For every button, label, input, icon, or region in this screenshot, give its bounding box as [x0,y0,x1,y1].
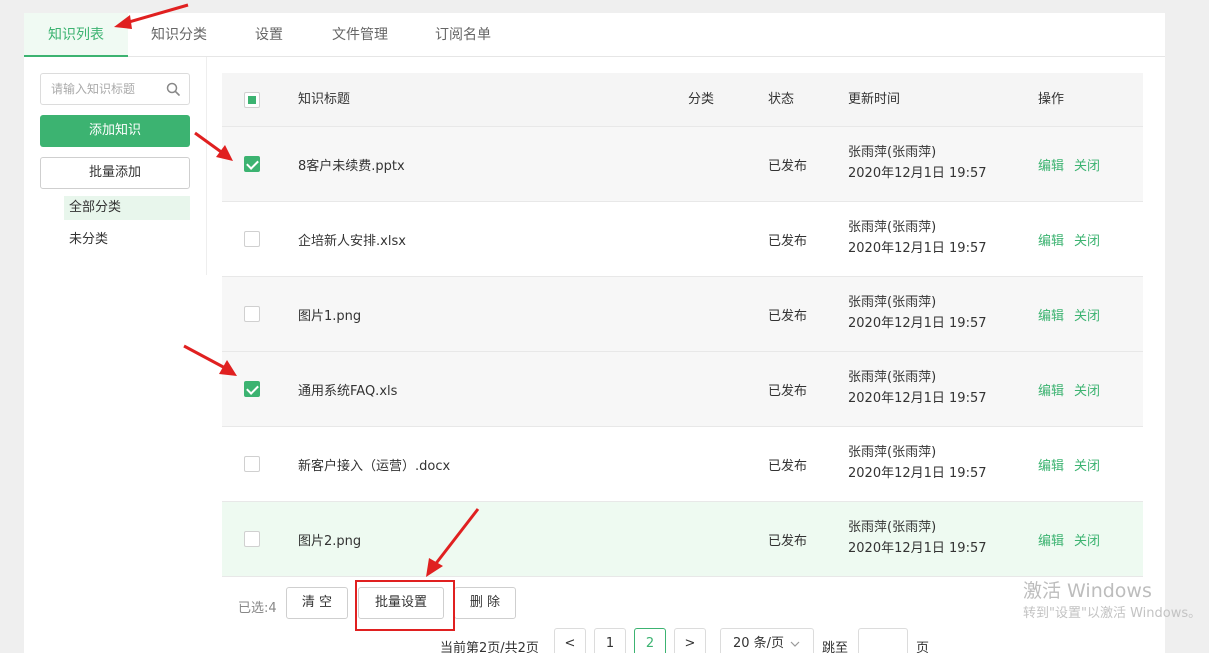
search-box [40,73,190,105]
edit-link[interactable]: 编辑 [1038,155,1064,174]
close-link[interactable]: 关闭 [1074,530,1100,549]
row-status: 已发布 [768,459,808,474]
category-all[interactable]: 全部分类 [64,196,190,220]
table-row[interactable]: 企培新人安排.xlsx 已发布 张雨萍(张雨萍) 2020年12月1日 19:5… [222,202,1143,277]
row-title: 企培新人安排.xlsx [298,234,406,249]
annotation-arrow-row1 [194,131,233,161]
prev-page-button[interactable]: < [554,628,586,653]
jump-label: 跳至 [822,641,849,653]
pagination: 当前第2页/共2页 < 1 2 > 20 条/页 跳至 页 [24,627,1165,653]
row-checkbox[interactable] [244,381,260,397]
close-link[interactable]: 关闭 [1074,380,1100,399]
row-title: 8客户未续费.pptx [298,159,405,174]
table-header: 知识标题 分类 状态 更新时间 操作 [222,73,1143,127]
header-updated: 更新时间 [848,92,901,107]
watermark-subtitle: 转到"设置"以激活 Windows。 [1023,606,1202,621]
annotation-highlight-box [355,580,455,631]
header-category: 分类 [688,92,715,107]
page-summary: 当前第2页/共2页 [440,641,539,653]
row-author: 张雨萍(张雨萍) [848,370,937,385]
edit-link[interactable]: 编辑 [1038,230,1064,249]
row-author: 张雨萍(张雨萍) [848,145,937,160]
tab-bar: 知识列表 知识分类 设置 文件管理 订阅名单 [24,13,1165,57]
annotation-arrow-row4 [183,344,237,376]
selected-count: 已选:4 [238,601,277,616]
row-time: 2020年12月1日 19:57 [848,466,987,481]
edit-link[interactable]: 编辑 [1038,380,1064,399]
row-checkbox[interactable] [244,231,260,247]
table-row[interactable]: 图片2.png 已发布 张雨萍(张雨萍) 2020年12月1日 19:57 编辑… [222,502,1143,577]
table-row[interactable]: 图片1.png 已发布 张雨萍(张雨萍) 2020年12月1日 19:57 编辑… [222,277,1143,352]
row-status: 已发布 [768,309,808,324]
add-knowledge-button[interactable]: 添加知识 [40,115,190,147]
row-title: 图片2.png [298,534,362,549]
row-status: 已发布 [768,159,808,174]
sidebar-divider [206,57,207,275]
page-button-current[interactable]: 2 [634,628,666,653]
row-time: 2020年12月1日 19:57 [848,391,987,406]
header-status: 状态 [768,92,795,107]
row-title: 新客户接入（运营）.docx [298,459,451,474]
row-time: 2020年12月1日 19:57 [848,241,987,256]
tab-subscription-list[interactable]: 订阅名单 [420,13,506,57]
row-status: 已发布 [768,234,808,249]
row-author: 张雨萍(张雨萍) [848,520,937,535]
row-checkbox[interactable] [244,531,260,547]
page-size-select[interactable]: 20 条/页 [720,628,814,653]
search-input[interactable] [41,74,163,104]
tab-file-management[interactable]: 文件管理 [316,13,404,57]
next-page-button[interactable]: > [674,628,706,653]
row-title: 通用系统FAQ.xls [298,384,398,399]
header-actions: 操作 [1038,92,1065,107]
table-row[interactable]: 8客户未续费.pptx 已发布 张雨萍(张雨萍) 2020年12月1日 19:5… [222,127,1143,202]
table-row[interactable]: 新客户接入（运营）.docx 已发布 张雨萍(张雨萍) 2020年12月1日 1… [222,427,1143,502]
close-link[interactable]: 关闭 [1074,305,1100,324]
annotation-arrow-batch [426,508,480,577]
edit-link[interactable]: 编辑 [1038,305,1064,324]
row-time: 2020年12月1日 19:57 [848,166,987,181]
row-author: 张雨萍(张雨萍) [848,445,937,460]
delete-button[interactable]: 删 除 [454,587,516,619]
row-status: 已发布 [768,384,808,399]
search-icon[interactable] [166,82,180,96]
page-button[interactable]: 1 [594,628,626,653]
select-all-checkbox[interactable] [244,92,260,108]
row-author: 张雨萍(张雨萍) [848,295,937,310]
tab-settings[interactable]: 设置 [238,13,300,57]
annotation-arrow-tab [114,3,189,29]
header-title: 知识标题 [298,92,351,107]
page-suffix: 页 [916,641,930,653]
row-time: 2020年12月1日 19:57 [848,316,987,331]
close-link[interactable]: 关闭 [1074,455,1100,474]
edit-link[interactable]: 编辑 [1038,455,1064,474]
watermark-title: 激活 Windows [1023,580,1152,602]
row-time: 2020年12月1日 19:57 [848,541,987,556]
knowledge-panel: 知识列表 知识分类 设置 文件管理 订阅名单 添加知识 批量添加 全部分类 未分… [24,13,1165,653]
close-link[interactable]: 关闭 [1074,230,1100,249]
batch-add-button[interactable]: 批量添加 [40,157,190,189]
clear-button[interactable]: 清 空 [286,587,348,619]
chevron-down-icon [790,641,800,647]
category-uncategorized[interactable]: 未分类 [64,228,190,252]
table-row[interactable]: 通用系统FAQ.xls 已发布 张雨萍(张雨萍) 2020年12月1日 19:5… [222,352,1143,427]
row-status: 已发布 [768,534,808,549]
row-author: 张雨萍(张雨萍) [848,220,937,235]
row-title: 图片1.png [298,309,362,324]
close-link[interactable]: 关闭 [1074,155,1100,174]
jump-page-input[interactable] [858,628,908,653]
edit-link[interactable]: 编辑 [1038,530,1064,549]
row-checkbox[interactable] [244,456,260,472]
row-checkbox[interactable] [244,306,260,322]
page-size-value: 20 条/页 [733,636,785,651]
row-checkbox[interactable] [244,156,260,172]
